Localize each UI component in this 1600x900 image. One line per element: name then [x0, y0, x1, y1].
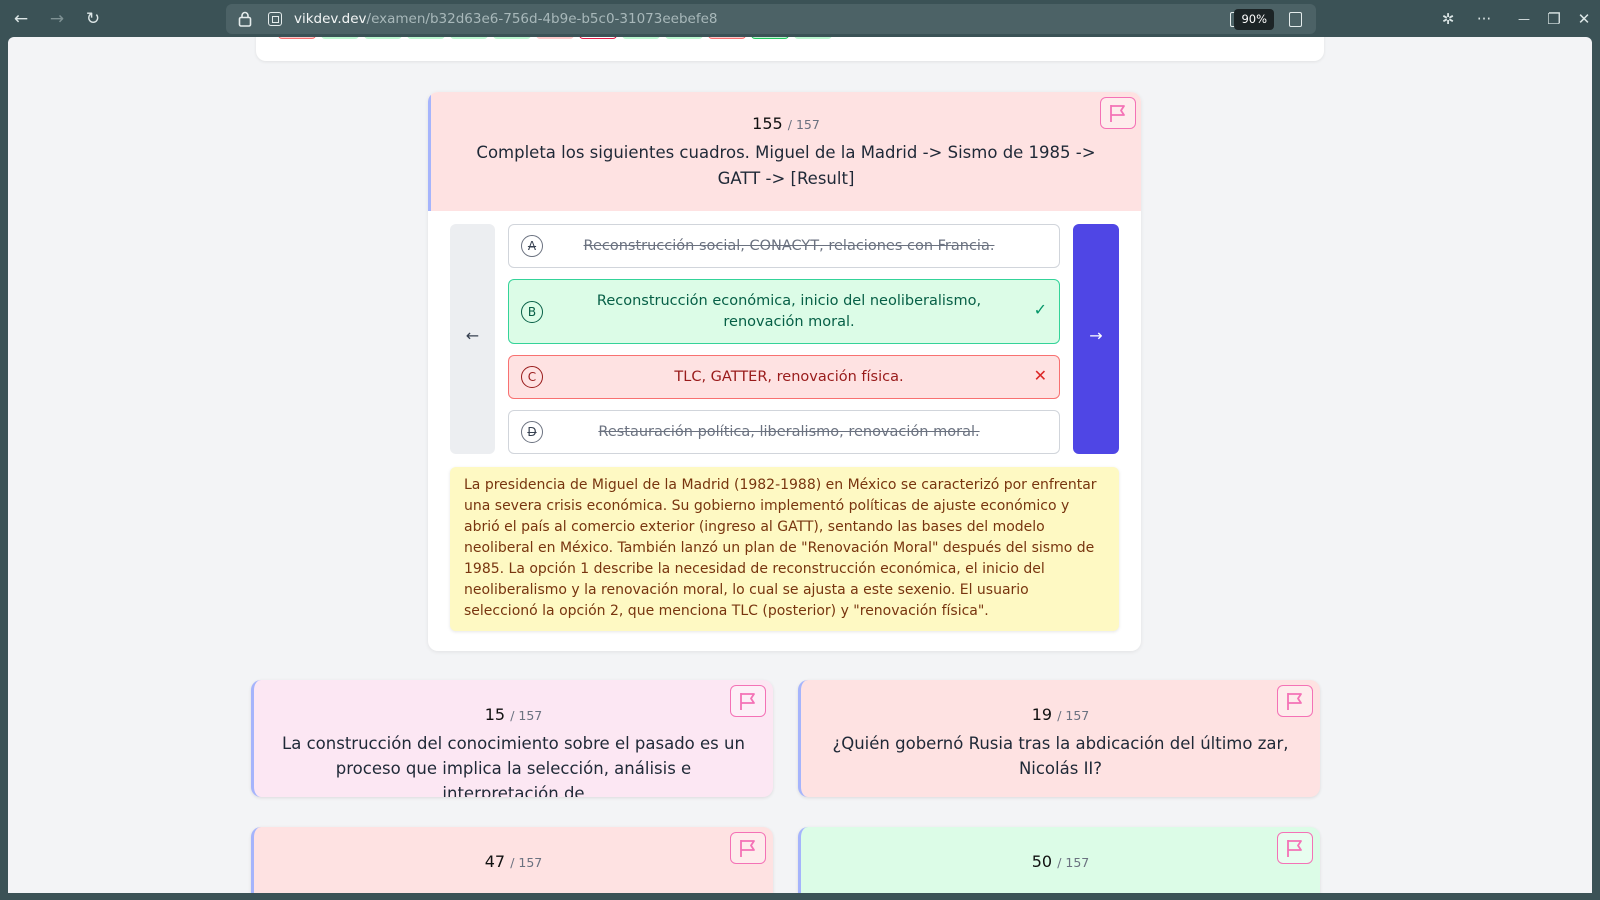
question-nav-pill[interactable]: [751, 37, 789, 39]
question-nav-pill[interactable]: [364, 37, 402, 39]
url-host: vikdev.dev: [294, 11, 367, 27]
close-window-icon[interactable]: ✕: [1573, 8, 1595, 30]
question-navigator: [256, 37, 1324, 61]
option-text: Restauración política, liberalismo, reno…: [598, 424, 980, 440]
more-menu-icon[interactable]: ···: [1473, 8, 1495, 30]
arrow-left-icon: ←: [465, 326, 480, 345]
question-total: / 157: [1057, 855, 1090, 870]
question-number: 19 / 157: [801, 705, 1320, 724]
page-viewport: 155 / 157 Completa los siguientes cuadro…: [8, 37, 1592, 893]
question-total: / 157: [510, 708, 543, 723]
option-c[interactable]: C TLC, GATTER, renovación física. ✕: [508, 355, 1060, 399]
reload-icon[interactable]: ↻: [81, 8, 105, 30]
question-nav-pill[interactable]: [407, 37, 445, 39]
flag-button[interactable]: [1100, 97, 1136, 129]
option-b[interactable]: B Reconstrucción económica, inicio del n…: [508, 279, 1060, 344]
flag-button[interactable]: [730, 685, 766, 717]
browser-toolbar: ← → ↻ vikdev.dev/examen/b32d63e6-756d-4b…: [0, 0, 1600, 37]
question-number: 47 / 157: [254, 852, 773, 871]
bookmark-icon[interactable]: [1289, 12, 1302, 27]
question-nav-pill[interactable]: [794, 37, 832, 39]
question-nav-pill[interactable]: [708, 37, 746, 39]
minimize-icon[interactable]: —: [1513, 8, 1535, 30]
question-nav-pill[interactable]: [536, 37, 574, 39]
question-total: / 157: [787, 117, 820, 132]
question-nav-pill[interactable]: [450, 37, 488, 39]
zoom-level-badge[interactable]: 90%: [1234, 9, 1274, 30]
question-total: / 157: [1057, 708, 1090, 723]
restore-icon[interactable]: ❐: [1543, 8, 1565, 30]
question-index: 155: [752, 114, 783, 133]
flag-icon: [1110, 105, 1125, 122]
option-letter: B: [521, 301, 543, 323]
question-header: 155 / 157 Completa los siguientes cuadro…: [428, 92, 1141, 211]
question-index: 19: [1031, 705, 1053, 724]
question-nav-pill[interactable]: [665, 37, 703, 39]
question-text: La construcción del conocimiento sobre e…: [282, 734, 745, 797]
option-text: TLC, GATTER, renovación física.: [674, 369, 904, 385]
question-card-small[interactable]: 15 / 157 La construcción del conocimient…: [251, 680, 773, 797]
question-card-small[interactable]: 19 / 157 ¿Quién gobernó Rusia tras la ab…: [798, 680, 1320, 797]
address-bar[interactable]: vikdev.dev/examen/b32d63e6-756d-4b9e-b5c…: [226, 4, 1316, 34]
question-nav-pill[interactable]: [622, 37, 660, 39]
url-path: /examen/b32d63e6-756d-4b9e-b5c0-31073eeb…: [366, 11, 718, 27]
question-index: 15: [484, 705, 506, 724]
question-nav-pill[interactable]: [493, 37, 531, 39]
option-letter: A: [521, 235, 543, 257]
option-d[interactable]: D Restauración política, liberalismo, re…: [508, 410, 1060, 454]
question-card: 155 / 157 Completa los siguientes cuadro…: [428, 92, 1141, 651]
question-card-small[interactable]: 50 / 157: [798, 827, 1320, 893]
url-text[interactable]: vikdev.dev/examen/b32d63e6-756d-4b9e-b5c…: [294, 10, 718, 28]
flag-icon: [740, 693, 755, 710]
next-question-button[interactable]: →: [1073, 224, 1119, 454]
flag-button[interactable]: [1277, 685, 1313, 717]
flag-icon: [740, 840, 755, 857]
option-text: Reconstrucción social, CONACYT, relacion…: [583, 238, 995, 254]
cross-icon: ✕: [1033, 366, 1047, 385]
question-nav-pill[interactable]: [579, 37, 617, 39]
flag-icon: [1287, 693, 1302, 710]
option-a[interactable]: A Reconstrucción social, CONACYT, relaci…: [508, 224, 1060, 268]
question-card-small[interactable]: 47 / 157: [251, 827, 773, 893]
check-icon: ✓: [1033, 300, 1047, 319]
question-number: 50 / 157: [801, 852, 1320, 871]
forward-icon[interactable]: →: [45, 8, 69, 30]
question-number: 155 / 157: [431, 114, 1141, 133]
option-text: Reconstrucción económica, inicio del neo…: [596, 293, 982, 330]
question-index: 47: [484, 852, 506, 871]
arrow-right-icon: →: [1089, 326, 1103, 345]
extensions-icon[interactable]: ✲: [1437, 8, 1459, 30]
question-total: / 157: [510, 855, 543, 870]
question-text: Completa los siguientes cuadros. Miguel …: [476, 143, 1096, 188]
site-info-icon[interactable]: [268, 12, 282, 26]
question-text: ¿Quién gobernó Rusia tras la abdicación …: [832, 734, 1289, 778]
flag-button[interactable]: [1277, 832, 1313, 864]
explanation-box: La presidencia de Miguel de la Madrid (1…: [450, 467, 1119, 631]
question-index: 50: [1031, 852, 1053, 871]
option-letter: D: [521, 421, 543, 443]
previous-question-button[interactable]: ←: [450, 224, 495, 454]
option-letter: C: [521, 366, 543, 388]
question-number: 15 / 157: [254, 705, 773, 724]
flag-icon: [1287, 840, 1302, 857]
lock-icon: [238, 11, 252, 27]
back-icon[interactable]: ←: [9, 8, 33, 30]
question-nav-pill[interactable]: [278, 37, 316, 39]
question-nav-pill[interactable]: [321, 37, 359, 39]
flag-button[interactable]: [730, 832, 766, 864]
